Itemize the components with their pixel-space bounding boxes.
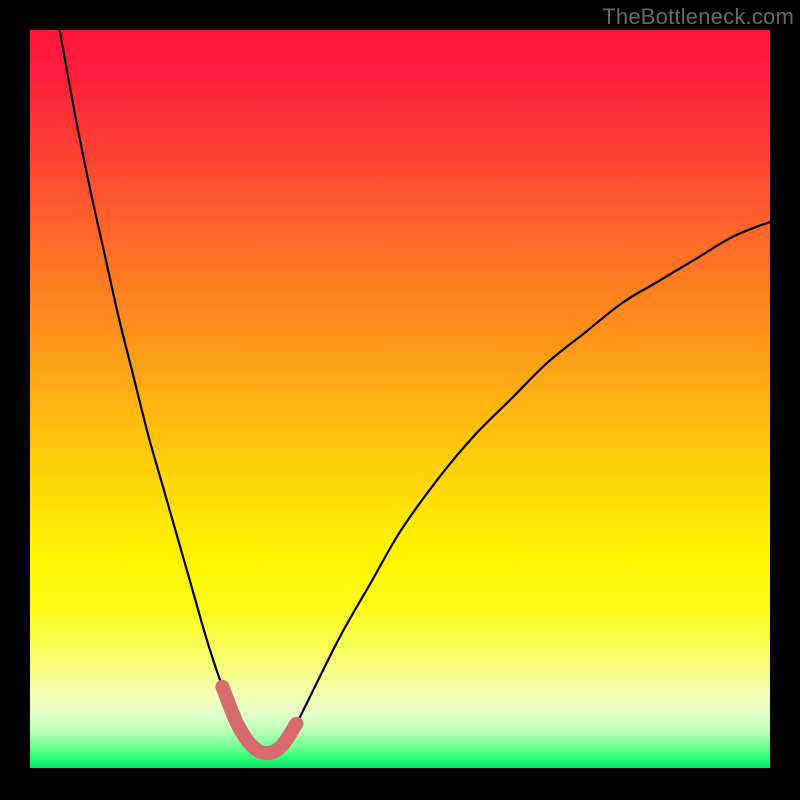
- curve-svg: [30, 30, 770, 768]
- watermark-text: TheBottleneck.com: [602, 4, 794, 30]
- bottleneck-curve-highlight: [222, 687, 296, 753]
- bottleneck-curve-line: [60, 30, 770, 753]
- chart-frame: TheBottleneck.com: [0, 0, 800, 800]
- plot-area: [30, 30, 770, 768]
